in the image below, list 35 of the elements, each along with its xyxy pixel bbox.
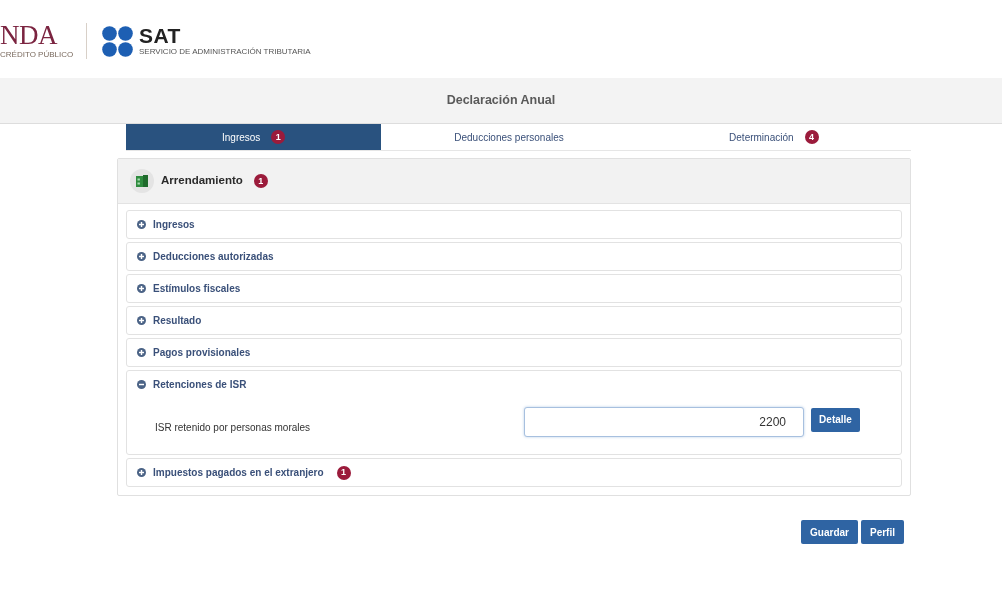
amount-input[interactable]: 2200: [524, 407, 804, 437]
section-header[interactable]: Pagos provisionales: [127, 339, 901, 366]
section-header[interactable]: Ingresos: [127, 211, 901, 238]
section-title: Deducciones autorizadas: [153, 250, 274, 264]
profile-button[interactable]: Perfil: [861, 520, 904, 544]
hacienda-subtitle: CRÉDITO PÚBLICO: [0, 50, 74, 60]
section-header[interactable]: Resultado: [127, 307, 901, 334]
section-title: Retenciones de ISR: [153, 378, 247, 392]
building-icon: [130, 169, 154, 193]
section-title: Impuestos pagados en el extranjero: [153, 466, 324, 480]
page-title: Declaración Anual: [446, 92, 556, 110]
count-badge: 1: [336, 465, 351, 480]
section-title: Ingresos: [153, 218, 195, 232]
panel-title: Arrendamiento: [161, 173, 243, 189]
section-header[interactable]: Deducciones autorizadas: [127, 243, 901, 270]
section-title: Estímulos fiscales: [153, 282, 241, 296]
count-badge: 1: [253, 174, 268, 188]
sat-logo-icon: [102, 25, 133, 57]
tab-label: Determinación: [729, 130, 794, 145]
count-badge: 4: [804, 130, 819, 144]
section-title: Resultado: [153, 314, 202, 328]
tab-label: Deducciones personales: [454, 130, 564, 145]
section-header[interactable]: Retenciones de ISR: [127, 371, 901, 398]
tab[interactable]: Ingresos 1: [126, 124, 382, 150]
hacienda-wordmark: NDA: [0, 22, 57, 48]
field-label: ISR retenido por personas morales: [155, 420, 311, 435]
section-header[interactable]: Estímulos fiscales: [127, 275, 901, 302]
detail-button[interactable]: Detalle: [811, 407, 860, 432]
section-title: Pagos provisionales: [153, 346, 251, 360]
sat-wordmark: SAT: [139, 25, 181, 45]
tab-label: Ingresos: [222, 130, 261, 145]
count-badge: 1: [271, 130, 286, 144]
section-header[interactable]: Impuestos pagados en el extranjero 1: [127, 459, 901, 486]
save-button[interactable]: Guardar: [801, 520, 858, 544]
sat-subtitle: SERVICIO DE ADMINISTRACIÓN TRIBUTARIA: [139, 46, 311, 57]
